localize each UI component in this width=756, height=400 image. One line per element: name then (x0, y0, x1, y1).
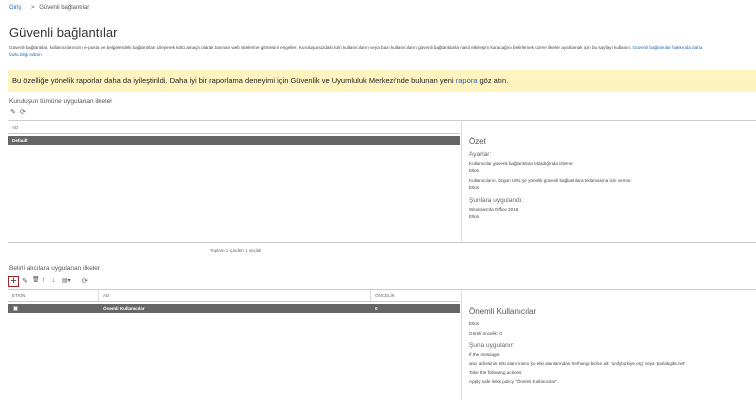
applies-heading: Şuna uygulanır: (469, 342, 515, 349)
policy-status: Etkin (469, 321, 480, 326)
rule-line-2: alıcı adresinin etki alanı kısmı şu etki… (469, 361, 686, 366)
breadcrumb-separator: > (31, 5, 35, 11)
report-notice-banner: Bu özelliğe yönelik raporlar daha da iyi… (8, 70, 756, 92)
breadcrumb-current: Güvenli bağlantılar (39, 5, 90, 11)
summary-heading: Özet (469, 137, 486, 146)
rule-line-3: Take the following actions: (469, 370, 523, 375)
applies-item-1-value: Etkin (469, 214, 480, 219)
recipient-policies-title: Belirli alıcılara uygulanan ilkeler (9, 265, 101, 272)
row-priority: 0 (375, 306, 378, 311)
refresh-icon[interactable]: ⟳ (20, 108, 26, 116)
divider (8, 133, 460, 134)
page-title: Güvenli bağlantılar (9, 25, 118, 40)
notice-text-end: göz atın. (477, 76, 509, 85)
breadcrumb-home-link[interactable]: Giriş (9, 5, 21, 11)
col-name-header[interactable]: AD (103, 293, 109, 298)
rule-line-1: If the message: (469, 352, 501, 357)
policy-priority: Göreli öncelik: 0 (469, 331, 502, 336)
col-priority-header[interactable]: ÖNCELİK (375, 293, 395, 298)
row-name: Önemli Kullanıcılar (103, 306, 145, 311)
notice-text: Bu özelliğe yönelik raporlar daha da iyi… (12, 76, 456, 85)
add-policy-button[interactable]: + (8, 276, 19, 287)
learn-more-link-2[interactable]: fazla bilgi edinin (9, 52, 42, 57)
settings-heading: Ayarlar: (469, 151, 492, 158)
table-row[interactable]: Default (8, 136, 460, 145)
org-col-name-header[interactable]: AD (12, 125, 18, 130)
edit-icon[interactable]: ✎ (22, 277, 28, 285)
setting-2-value: Etkin (469, 185, 480, 190)
org-policies-title: Kuruluşun tümüne uygulanan ilkeler (9, 98, 113, 105)
col-divider (370, 289, 371, 301)
breadcrumb: Giriş > Güvenli bağlantılar (9, 5, 89, 11)
setting-1-value: Etkin (469, 168, 480, 173)
org-details-pane: Özet Ayarlar: Kullanıcılar güvenli bağla… (469, 138, 754, 220)
learn-more-link[interactable]: Güvenli bağlantılar hakkında daha (633, 45, 703, 50)
table-row[interactable]: Önemli Kullanıcılar 0 (8, 304, 460, 313)
more-actions-icon[interactable]: ▤▾ (62, 277, 71, 284)
selection-count: Toplam 1 içinden 1 seçildi (210, 248, 262, 253)
vertical-divider (461, 289, 462, 400)
setting-2: Kullanıcıların, özgün URL'ye yönelik güv… (469, 178, 632, 183)
applies-heading: Şunlara uygulandı: (469, 197, 524, 204)
applies-item-1: Windows'da Office 2016 (469, 207, 519, 212)
move-up-icon[interactable]: ↑ (42, 277, 46, 284)
description-text: Güvenli bağlantılar, kullanıcılarınızın … (9, 45, 632, 50)
divider (8, 120, 756, 121)
setting-1: Kullanıcılar güvenli bağlantılara tıklad… (469, 161, 574, 166)
vertical-divider (461, 120, 462, 242)
refresh-icon[interactable]: ⟳ (82, 277, 88, 285)
enabled-checkbox[interactable] (13, 306, 18, 311)
policy-name-heading: Önemli Kullanıcılar (469, 307, 537, 316)
col-divider (98, 289, 99, 301)
divider (8, 301, 460, 302)
page-description: Güvenli bağlantılar, kullanıcılarınızın … (9, 44, 754, 58)
plus-icon: + (10, 275, 17, 287)
report-link[interactable]: rapora (456, 76, 478, 85)
recipient-details-pane: Önemli Kullanıcılar Etkin Göreli öncelik… (469, 308, 754, 385)
divider (8, 242, 756, 243)
delete-icon[interactable]: 🗑 (32, 276, 40, 283)
row-name: Default (12, 138, 28, 143)
col-enabled-header[interactable]: ETKİN (12, 293, 25, 298)
rule-line-4: Apply safe links policy "Önemli Kullanıc… (469, 379, 559, 384)
divider (8, 289, 756, 290)
edit-icon[interactable]: ✎ (10, 108, 16, 116)
move-down-icon[interactable]: ↓ (52, 277, 56, 284)
